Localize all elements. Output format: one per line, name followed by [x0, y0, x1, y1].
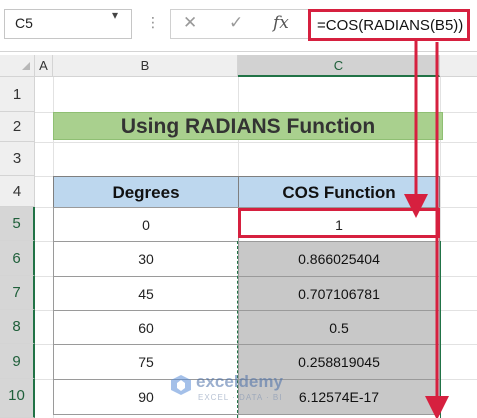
watermark: exceldemy EXCEL · DATA · BI	[170, 370, 320, 410]
watermark-tagline: EXCEL · DATA · BI	[198, 393, 283, 402]
exceldemy-logo-icon	[171, 375, 191, 395]
annotation-arrows	[404, 41, 449, 418]
watermark-name: exceldemy	[196, 372, 283, 391]
